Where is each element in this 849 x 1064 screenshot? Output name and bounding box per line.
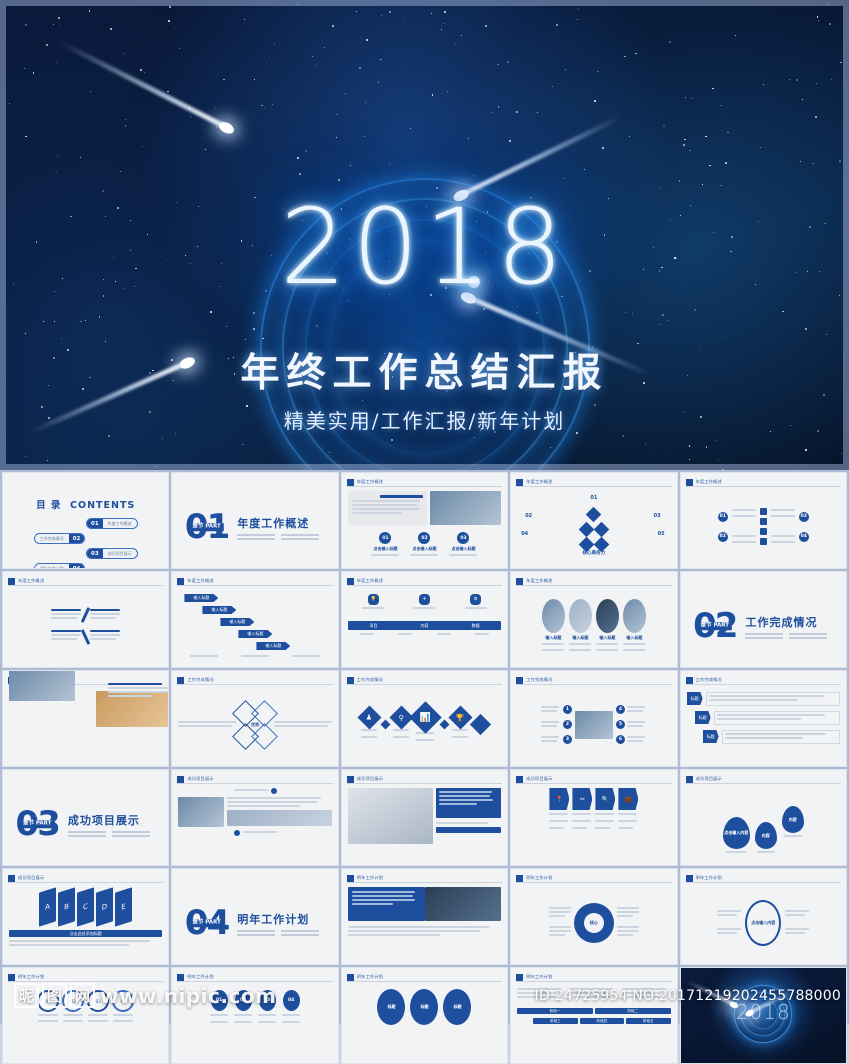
header-marker-icon [346, 874, 354, 882]
list-item[interactable]: 工作完成情况 02 [33, 533, 138, 544]
thumb-overview-diamond[interactable]: 年度工作概述 01 02 03 04 05 核心商务力 [510, 472, 678, 569]
cover-slide[interactable]: 2018 年终工作总结汇报 精美实用/工作汇报/新年计划 [0, 0, 849, 470]
thumb-overview-icons-table[interactable]: 年度工作概述 💡 ✈ ⚙ 项目 内容 数据 [340, 571, 509, 668]
thumb-overview-zigzag[interactable]: 年度工作概述 01 02 03 04 [679, 472, 847, 569]
thumb-plan-ellipse[interactable]: 明年工作计划 点击输入内容 [679, 868, 847, 965]
header-marker-icon [8, 577, 15, 585]
header-marker-icon [685, 775, 693, 783]
thumb-progress-big-diamonds[interactable]: 工作完成情况 ♟ ⚲ 📊 🏆 [340, 670, 509, 767]
header-marker-icon [346, 676, 354, 684]
toc-title: 目 录 CONTENTS [36, 500, 136, 511]
section-title: 成功项目展示 [67, 814, 140, 827]
photo-placeholder [425, 887, 502, 921]
section-number: 03 章节 PART [15, 803, 61, 844]
header-marker-icon [516, 973, 524, 981]
header-marker-icon [346, 577, 354, 585]
header-marker-icon [685, 874, 693, 882]
thumb-section-02[interactable]: 02 章节 PART 工作完成情况 [679, 571, 847, 668]
photo-placeholder [9, 671, 75, 701]
header-marker-icon [516, 775, 524, 783]
header-marker-icon [177, 973, 185, 981]
thumb-project-balloons[interactable]: 成功项目展示 点击输入内容 内容 内容 [679, 769, 847, 866]
thumb-progress-photos[interactable]: 工作完成情况 [2, 670, 170, 767]
thumb-plan-arcs[interactable]: 明年工作计划 01 02 03 04 [2, 967, 170, 1064]
header-marker-icon [516, 676, 524, 684]
header-marker-icon [177, 775, 185, 783]
thumb-plan-ovals-row[interactable]: 明年工作计划 01 02 03 04 [171, 967, 339, 1064]
section-number: 02 章节 PART [693, 605, 738, 646]
list-item[interactable]: 03 成功项目展示 [34, 548, 138, 559]
thumb-project-ribbons[interactable]: 成功项目展示 A B C D E 点击此处添加标题 [2, 868, 170, 965]
photo-placeholder [347, 788, 433, 844]
photo-placeholder [430, 491, 502, 525]
section-title: 明年工作计划 [237, 913, 310, 926]
thumb-plan-gear[interactable]: 明年工作计划 核心 [510, 868, 678, 965]
thumb-overview-branch[interactable]: 年度工作概述 [2, 571, 170, 668]
header-marker-icon [177, 577, 185, 585]
thumb-section-03[interactable]: 03 章节 PART 成功项目展示 [2, 769, 170, 866]
thumb-project-chevrons[interactable]: 成功项目展示 📍 ✂ 🔍 💼 [510, 769, 678, 866]
list-item[interactable]: 01 年度工作概述 [34, 518, 138, 529]
section-title: 年度工作概述 [237, 517, 310, 530]
thumb-plan-banner[interactable]: 明年工作计划 [340, 868, 509, 965]
header-marker-icon [685, 478, 693, 486]
slide-thumbnail-grid: 目 录 CONTENTS 01 年度工作概述 工作完成情况 02 03 成功项目展示 … [0, 470, 849, 1064]
header-marker-icon [8, 973, 15, 981]
photo-placeholder [574, 710, 613, 739]
header-marker-icon [346, 973, 354, 981]
header-marker-icon [685, 676, 693, 684]
thumb-progress-callouts[interactable]: 工作完成情况 标题 标题 标题 [679, 670, 847, 767]
cover-frame [0, 0, 849, 470]
list-item[interactable]: 明年工作计划 04 [33, 563, 138, 568]
thumb-section-01[interactable]: 01 章节 PART 年度工作概述 [171, 472, 339, 569]
section-number: 01 章节 PART [184, 506, 230, 547]
header-marker-icon [8, 874, 15, 882]
header-marker-icon [516, 874, 524, 882]
thumb-end-cover[interactable]: 2018 [679, 967, 847, 1064]
thumb-plan-segmented-ovals[interactable]: 明年工作计划 标题 标题 标题 [340, 967, 509, 1064]
ppt-preview-page: 2018 年终工作总结汇报 精美实用/工作汇报/新年计划 目 录 CONTENT… [0, 0, 849, 1064]
header-marker-icon [177, 676, 185, 684]
thumb-progress-diamond-grid[interactable]: 工作完成情况 优势 [171, 670, 339, 767]
photo-placeholder [178, 797, 225, 827]
thumb-overview-ovals[interactable]: 年度工作概述 输入标题 输入标题 输入标题 输入标题 [510, 571, 678, 668]
toc-list: 01 年度工作概述 工作完成情况 02 03 成功项目展示 明年工作计划 04 [9, 518, 162, 568]
thumb-contents[interactable]: 目 录 CONTENTS 01 年度工作概述 工作完成情况 02 03 成功项目展示 … [2, 472, 170, 569]
header-marker-icon [516, 577, 524, 585]
thumb-plan-timeline[interactable]: 明年工作计划 阶段一 阶段二 阶段三 阶段四 阶段五 [510, 967, 678, 1064]
thumb-section-04[interactable]: 04 章节 PART 明年工作计划 [171, 868, 339, 965]
thumb-progress-photo-center[interactable]: 工作完成情况 1 2 3 4 5 6 [510, 670, 678, 767]
header-marker-icon [346, 478, 354, 486]
thumb-overview-stairs[interactable]: 年度工作概述 输入标题 输入标题 输入标题 输入标题 输入标题 [171, 571, 339, 668]
thumb-overview-intro[interactable]: 年度工作概述 01 点击输入标题 02 点击输入标题 03 点击输入标题 [340, 472, 509, 569]
section-title: 工作完成情况 [745, 616, 818, 629]
thumb-project-keyboard[interactable]: 成功项目展示 [340, 769, 509, 866]
header-marker-icon [346, 775, 354, 783]
section-number: 04 章节 PART [184, 902, 230, 943]
thumb-project-two-photos[interactable]: 成功项目展示 [171, 769, 339, 866]
photo-placeholder [227, 810, 332, 826]
header-marker-icon [516, 478, 524, 486]
